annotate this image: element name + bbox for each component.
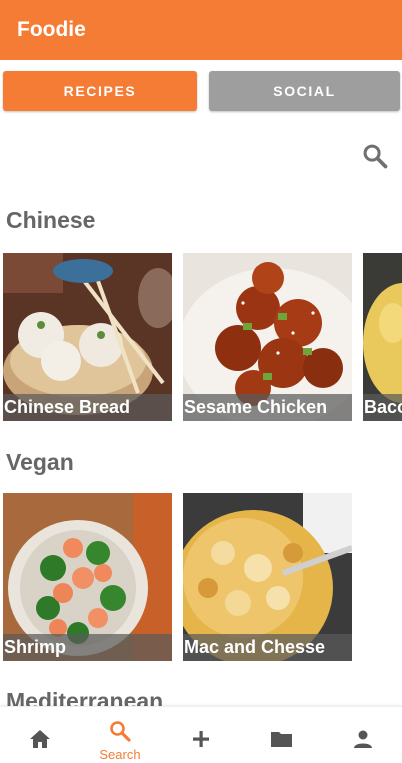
nav-folder[interactable] <box>242 707 322 763</box>
recipe-row-vegan: Shrimp Mac and Chesse <box>3 493 402 661</box>
search-button[interactable] <box>361 142 389 170</box>
recipe-card-label: Mac and Chesse <box>183 634 352 661</box>
home-icon <box>30 730 50 748</box>
recipe-row-chinese: Chinese Bread Sesame Chicken Bac <box>3 253 402 421</box>
tab-social[interactable]: SOCIAL <box>209 71 400 111</box>
nav-home[interactable] <box>0 707 80 763</box>
recipe-card-label: Bacon <box>363 394 402 421</box>
bottom-navigation: Search <box>0 706 402 763</box>
recipe-card-label: Chinese Bread <box>3 394 172 421</box>
search-icon <box>363 144 388 169</box>
tab-bar: RECIPES SOCIAL <box>3 71 400 111</box>
recipe-card-bacon[interactable]: Bacon <box>363 253 402 421</box>
app-title: Foodie <box>17 18 86 41</box>
section-title-chinese: Chinese <box>6 207 96 233</box>
recipe-card-sesame-chicken[interactable]: Sesame Chicken <box>183 253 352 421</box>
search-icon <box>110 721 131 742</box>
tab-recipes[interactable]: RECIPES <box>3 71 197 111</box>
nav-search[interactable]: Search <box>80 707 160 763</box>
person-icon <box>354 730 372 748</box>
recipe-card-label: Sesame Chicken <box>183 394 352 421</box>
folder-icon <box>271 732 292 747</box>
nav-add[interactable] <box>161 707 241 763</box>
app-bar: Foodie <box>0 0 402 60</box>
recipe-card-shrimp[interactable]: Shrimp <box>3 493 172 661</box>
section-title-vegan: Vegan <box>6 449 74 475</box>
add-icon <box>193 731 209 747</box>
recipe-card-chinese-bread[interactable]: Chinese Bread <box>3 253 172 421</box>
recipe-card-label: Shrimp <box>3 634 172 661</box>
nav-search-label: Search <box>99 747 141 762</box>
nav-profile[interactable] <box>323 707 402 763</box>
recipe-card-mac-and-cheese[interactable]: Mac and Chesse <box>183 493 352 661</box>
